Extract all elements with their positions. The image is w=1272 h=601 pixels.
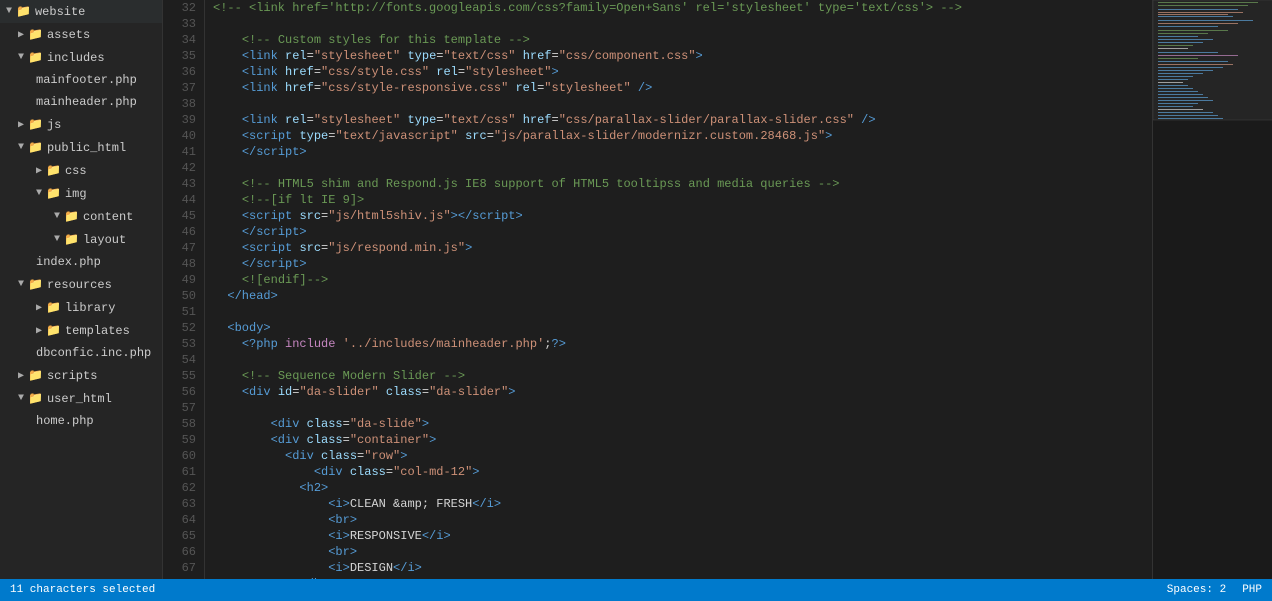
sidebar-label-mainheader: mainheader.php (36, 95, 137, 109)
sidebar-label-templates: templates (65, 324, 130, 338)
sidebar-item-mainheader[interactable]: mainheader.php (0, 91, 162, 113)
code-line-54 (213, 352, 1144, 368)
code-content[interactable]: <!-- <link href='http://fonts.googleapis… (205, 0, 1152, 579)
code-line-45: <script src="js/html5shiv.js"></script> (213, 208, 1144, 224)
code-line-51 (213, 304, 1144, 320)
sidebar-label-mainfooter: mainfooter.php (36, 73, 137, 87)
code-line-62: <h2> (213, 480, 1144, 496)
sidebar[interactable]: ▼📁website ▶📁assets ▼📁includes mainfooter… (0, 0, 163, 579)
code-line-40: <script type="text/javascript" src="js/p… (213, 128, 1144, 144)
sidebar-item-dbconfic[interactable]: dbconfic.inc.php (0, 342, 162, 364)
sidebar-label-home: home.php (36, 414, 94, 428)
code-line-46: </script> (213, 224, 1144, 240)
sidebar-item-includes[interactable]: ▼📁includes (0, 46, 162, 69)
sidebar-item-js[interactable]: ▶📁js (0, 113, 162, 136)
status-bar-selection: 11 characters selected (10, 584, 155, 596)
code-line-59: <div class="container"> (213, 432, 1144, 448)
sidebar-item-mainfooter[interactable]: mainfooter.php (0, 69, 162, 91)
sidebar-label-index: index.php (36, 255, 101, 269)
minimap[interactable] (1152, 0, 1272, 579)
sidebar-label-resources: resources (47, 278, 112, 292)
code-line-67: <i>DESIGN</i> (213, 560, 1144, 576)
sidebar-item-assets[interactable]: ▶📁assets (0, 23, 162, 46)
code-line-57 (213, 400, 1144, 416)
sidebar-label-includes: includes (47, 51, 105, 65)
code-line-38 (213, 96, 1144, 112)
code-line-41: </script> (213, 144, 1144, 160)
code-line-33 (213, 16, 1144, 32)
code-line-66: <br> (213, 544, 1144, 560)
code-line-34: <!-- Custom styles for this template --> (213, 32, 1144, 48)
sidebar-label-content: content (83, 210, 133, 224)
sidebar-label-assets: assets (47, 28, 90, 42)
code-line-56: <div id="da-slider" class="da-slider"> (213, 384, 1144, 400)
sidebar-label-library: library (65, 301, 115, 315)
sidebar-item-public-html[interactable]: ▼📁public_html (0, 136, 162, 159)
code-line-63: <i>CLEAN &amp; FRESH</i> (213, 496, 1144, 512)
sidebar-item-resources[interactable]: ▼📁resources (0, 273, 162, 296)
sidebar-label-img: img (65, 187, 87, 201)
code-line-32: <!-- <link href='http://fonts.googleapis… (213, 0, 1144, 16)
code-line-60: <div class="row"> (213, 448, 1144, 464)
code-line-48: </script> (213, 256, 1144, 272)
sidebar-item-user-html[interactable]: ▼📁user_html (0, 387, 162, 410)
sidebar-item-css[interactable]: ▶📁css (0, 159, 162, 182)
code-line-36: <link href="css/style.css" rel="styleshe… (213, 64, 1144, 80)
status-bar-spaces: Spaces: 2 (1167, 584, 1226, 596)
code-line-65: <i>RESPONSIVE</i> (213, 528, 1144, 544)
status-bar-right: Spaces: 2 PHP (1167, 584, 1262, 596)
sidebar-label-scripts: scripts (47, 369, 97, 383)
sidebar-item-library[interactable]: ▶📁library (0, 296, 162, 319)
sidebar-label-layout: layout (83, 233, 126, 247)
sidebar-item-templates[interactable]: ▶📁templates (0, 319, 162, 342)
sidebar-item-scripts[interactable]: ▶📁scripts (0, 364, 162, 387)
code-line-42 (213, 160, 1144, 176)
sidebar-item-home[interactable]: home.php (0, 410, 162, 432)
code-line-58: <div class="da-slide"> (213, 416, 1144, 432)
sidebar-item-website[interactable]: ▼📁website (0, 0, 162, 23)
sidebar-item-layout[interactable]: ▼📁layout (0, 228, 162, 251)
code-line-64: <br> (213, 512, 1144, 528)
code-line-53: <?php include '../includes/mainheader.ph… (213, 336, 1144, 352)
code-line-55: <!-- Sequence Modern Slider --> (213, 368, 1144, 384)
code-editor: 3233343536 3738394041 4243444546 4748495… (163, 0, 1152, 579)
code-line-35: <link rel="stylesheet" type="text/css" h… (213, 48, 1144, 64)
sidebar-label-website: website (35, 5, 85, 19)
code-line-43: <!-- HTML5 shim and Respond.js IE8 suppo… (213, 176, 1144, 192)
code-line-49: <![endif]--> (213, 272, 1144, 288)
code-line-47: <script src="js/respond.min.js"> (213, 240, 1144, 256)
sidebar-item-img[interactable]: ▼📁img (0, 182, 162, 205)
sidebar-label-public-html: public_html (47, 141, 126, 155)
code-line-50: </head> (213, 288, 1144, 304)
line-numbers: 3233343536 3738394041 4243444546 4748495… (163, 0, 205, 579)
sidebar-label-user-html: user_html (47, 392, 112, 406)
sidebar-item-content[interactable]: ▼📁content (0, 205, 162, 228)
code-line-61: <div class="col-md-12"> (213, 464, 1144, 480)
code-line-39: <link rel="stylesheet" type="text/css" h… (213, 112, 1144, 128)
sidebar-label-dbconfic: dbconfic.inc.php (36, 346, 151, 360)
code-line-44: <!--[if lt IE 9]> (213, 192, 1144, 208)
main-container: ▼📁website ▶📁assets ▼📁includes mainfooter… (0, 0, 1272, 579)
code-line-37: <link href="css/style-responsive.css" re… (213, 80, 1144, 96)
status-bar-lang: PHP (1242, 584, 1262, 596)
sidebar-label-js: js (47, 118, 61, 132)
sidebar-item-index[interactable]: index.php (0, 251, 162, 273)
code-line-52: <body> (213, 320, 1144, 336)
status-bar: 11 characters selected Spaces: 2 PHP (0, 579, 1272, 601)
sidebar-label-css: css (65, 164, 87, 178)
